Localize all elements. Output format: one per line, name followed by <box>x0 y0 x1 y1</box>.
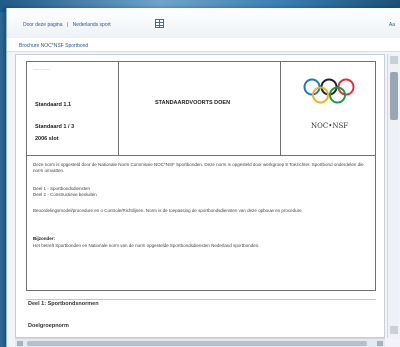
tiny-header: ------ ------ <box>33 66 51 71</box>
vertical-scrollbar[interactable] <box>387 54 399 338</box>
vertical-scroll-thumb[interactable] <box>390 72 398 120</box>
scroll-down-icon[interactable] <box>390 326 398 334</box>
document-header-frame: ------ ------ Standaard 1.1 Standaard 1 … <box>26 61 376 291</box>
browser-window: Door deze pagina | Nederlands sport Aa B… <box>6 8 400 347</box>
standard-part: Standaard 1 / 3 <box>35 124 75 130</box>
document-viewer: ------ ------ Standaard 1.1 Standaard 1 … <box>15 54 385 338</box>
toolbar: Door deze pagina | Nederlands sport Aa <box>7 8 400 38</box>
divider <box>26 299 376 300</box>
part-list-item-2: Deel 2 - Constructieve besluiten <box>33 192 97 197</box>
toolbar-links: Door deze pagina | Nederlands sport <box>23 22 114 28</box>
scroll-up-icon[interactable] <box>390 56 398 64</box>
standard-date: 2006 slot <box>35 136 59 142</box>
header-left-cell: ------ ------ Standaard 1.1 Standaard 1 … <box>27 62 119 156</box>
header-logo-cell: NOC•NSF <box>281 62 375 156</box>
section-heading-2: Doelgroepnorm <box>28 323 69 329</box>
document-title: STANDAARDVOORTS DOEN <box>155 100 231 106</box>
header-title-cell: STANDAARDVOORTS DOEN <box>119 62 281 156</box>
horizontal-scroll-thumb[interactable] <box>27 341 367 346</box>
toolbar-link-1[interactable]: Door deze pagina <box>23 22 62 28</box>
page-title: Brochure NOC*NSF Sportbond <box>7 38 400 52</box>
olympic-rings-logo <box>303 78 355 104</box>
grid-icon[interactable] <box>155 19 164 28</box>
text-size-button[interactable]: Aa <box>389 22 395 28</box>
procedure-paragraph: Beoordelingsmodel/procedure en o Control… <box>33 208 303 213</box>
horizontal-scrollbar[interactable] <box>15 338 385 347</box>
scroll-left-icon[interactable] <box>17 341 23 346</box>
note-text: Het betreft Sportbonden en Nationale nor… <box>33 243 260 248</box>
note-title: Bijzonder: <box>33 236 55 241</box>
intro-paragraph: Deze norm is opgesteld door de Nationale… <box>33 162 364 173</box>
toolbar-link-2[interactable]: Nederlands sport <box>73 22 111 28</box>
logo-text: NOC•NSF <box>311 122 349 130</box>
standard-number: Standaard 1.1 <box>35 102 72 108</box>
link-separator: | <box>66 22 69 28</box>
header-row: ------ ------ Standaard 1.1 Standaard 1 … <box>27 62 375 156</box>
scroll-right-icon[interactable] <box>377 341 383 346</box>
section-heading-1: Deel 1: Sportbondsnormen <box>28 301 99 307</box>
